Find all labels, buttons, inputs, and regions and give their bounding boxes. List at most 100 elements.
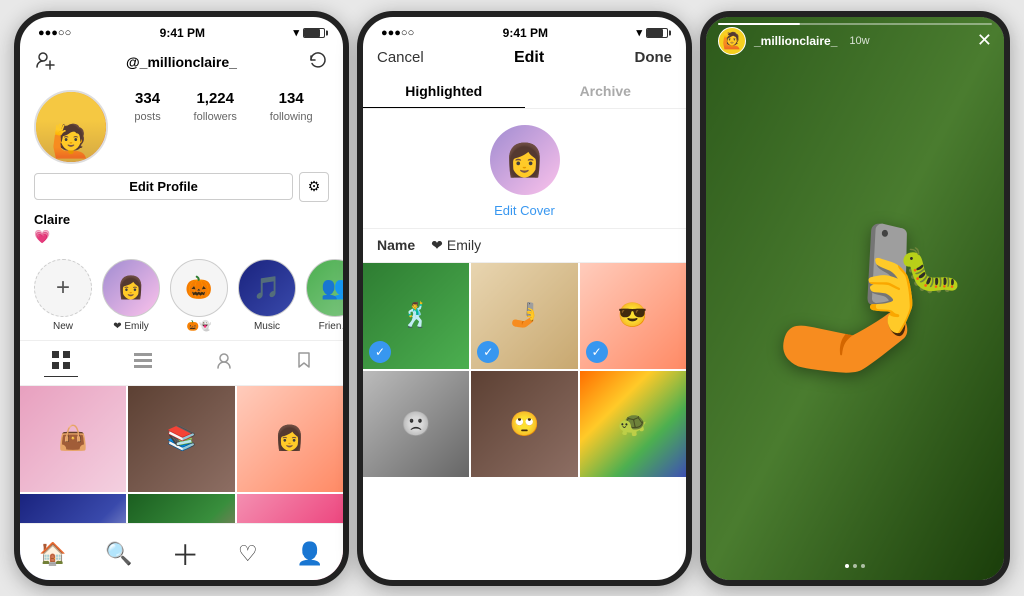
edit-profile-button[interactable]: Edit Profile: [34, 173, 293, 200]
stats-section: 334 posts 1,224 followers 134 following: [108, 90, 329, 125]
photo-item[interactable]: 👜: [20, 386, 126, 492]
edit-tabs: Highlighted Archive: [363, 75, 686, 109]
story-halloween-label: 🎃👻: [170, 321, 228, 332]
cover-avatar[interactable]: 👩: [490, 125, 560, 195]
highlight-photo-4[interactable]: 🙁: [363, 371, 469, 477]
story-time: 10w: [849, 35, 869, 47]
check-icon-3: ✓: [586, 341, 608, 363]
done-button[interactable]: Done: [634, 49, 672, 66]
posts-stat: 334 posts: [134, 90, 160, 125]
highlight-photo-grid: 🕺 ✓ 🤳 ✓ 😎 ✓ 🙁 🙄 🐢: [363, 263, 686, 478]
profile-nav: @_millionclaire_: [20, 45, 343, 84]
highlight-photo-5[interactable]: 🙄: [471, 371, 577, 477]
highlight-photo-6[interactable]: 🐢: [580, 371, 686, 477]
new-story-circle[interactable]: +: [34, 259, 92, 317]
phone-edit-highlight: ●●●○○ 9:41 PM ▾ Cancel Edit Done Highlig…: [357, 11, 692, 586]
story-view: 🤳 🐛 🙋 _millionclaire_ 10w ✕: [706, 17, 1004, 580]
story-emily-label: ❤ Emily: [102, 321, 160, 332]
cover-image: 👩: [505, 141, 545, 179]
profile-bio-emoji: 💗: [20, 227, 343, 251]
grid-view-tab[interactable]: [44, 349, 78, 377]
time-2: 9:41 PM: [503, 26, 548, 40]
story-music-label: Music: [238, 321, 296, 332]
time-1: 9:41 PM: [160, 26, 205, 40]
story-username: _millionclaire_: [754, 34, 837, 48]
story-close-button[interactable]: ✕: [977, 30, 992, 51]
username-header: @_millionclaire_: [126, 54, 237, 70]
halloween-story-icon: 🎃: [185, 275, 212, 301]
home-nav-button[interactable]: 🏠: [39, 541, 66, 567]
avatar-stats-section: 🙋 334 posts 1,224 followers 134 followin…: [20, 84, 343, 164]
phone-profile: ●●●○○ 9:41 PM ▾ @_millionclaire_ 🙋: [14, 11, 349, 586]
wifi-icon: ▾: [293, 26, 299, 39]
story-friends[interactable]: 👥 Frien…: [306, 259, 343, 332]
saved-tab[interactable]: [289, 349, 319, 376]
story-new-label: New: [34, 321, 92, 332]
photo-item[interactable]: 👩: [237, 386, 343, 492]
post-nav-button[interactable]: ＋: [171, 534, 199, 574]
halloween-story-circle[interactable]: 🎃: [170, 259, 228, 317]
edit-nav: Cancel Edit Done: [363, 45, 686, 75]
phone-story: 🤳 🐛 🙋 _millionclaire_ 10w ✕: [700, 11, 1010, 586]
story-dot-3: [861, 564, 865, 568]
highlight-photo-3[interactable]: 😎 ✓: [580, 263, 686, 369]
check-icon-1: ✓: [369, 341, 391, 363]
search-nav-button[interactable]: 🔍: [105, 541, 132, 567]
highlighted-tab[interactable]: Highlighted: [363, 75, 525, 108]
cancel-button[interactable]: Cancel: [377, 49, 424, 66]
name-text[interactable]: Emily: [447, 237, 481, 253]
following-stat: 134 following: [270, 90, 313, 125]
signal-dots-2: ●●●○○: [381, 27, 414, 39]
friends-story-icon: 👥: [321, 275, 343, 301]
emily-story-circle[interactable]: 👩: [102, 259, 160, 317]
stories-row: + New 👩 ❤ Emily 🎃 🎃👻 🎵 Music 👥: [20, 251, 343, 340]
story-dot-1: [845, 564, 849, 568]
story-friends-label: Frien…: [306, 321, 343, 332]
story-halloween[interactable]: 🎃 🎃👻: [170, 259, 228, 332]
list-view-tab[interactable]: [126, 349, 160, 376]
story-content: 🤳: [706, 17, 1004, 580]
story-emily[interactable]: 👩 ❤ Emily: [102, 259, 160, 332]
history-icon[interactable]: [307, 49, 329, 76]
profile-name: Claire: [20, 206, 343, 227]
battery-area-1: ▾: [293, 26, 325, 39]
emily-story-icon: 👩: [117, 275, 144, 301]
wifi-icon-2: ▾: [636, 26, 642, 39]
story-dots: [706, 564, 1004, 568]
story-user-avatar: 🙋: [718, 27, 746, 55]
story-dot-2: [853, 564, 857, 568]
battery-area-2: ▾: [636, 26, 668, 39]
check-icon-2: ✓: [477, 341, 499, 363]
settings-button[interactable]: ⚙: [299, 172, 329, 202]
highlight-photo-2[interactable]: 🤳 ✓: [471, 263, 577, 369]
likes-nav-button[interactable]: ♡: [238, 541, 258, 567]
cover-section: 👩 Edit Cover: [363, 109, 686, 228]
followers-stat: 1,224 followers: [194, 90, 237, 125]
name-row: Name ❤ Emily: [363, 228, 686, 263]
signal-dots: ●●●○○: [38, 27, 71, 39]
archive-tab[interactable]: Archive: [525, 75, 687, 108]
plus-icon: +: [56, 274, 70, 302]
tagged-tab[interactable]: [207, 349, 241, 376]
photo-item[interactable]: 📚: [128, 386, 234, 492]
battery-icon-2: [646, 28, 668, 38]
status-bar-2: ●●●○○ 9:41 PM ▾: [363, 17, 686, 45]
friends-story-circle[interactable]: 👥: [306, 259, 343, 317]
add-profile-icon[interactable]: [34, 49, 56, 76]
highlight-photo-1[interactable]: 🕺 ✓: [363, 263, 469, 369]
name-heart-emoji: ❤: [431, 237, 443, 254]
music-story-icon: 🎵: [253, 275, 280, 301]
music-story-circle[interactable]: 🎵: [238, 259, 296, 317]
profile-nav-button[interactable]: 👤: [296, 541, 323, 567]
story-music[interactable]: 🎵 Music: [238, 259, 296, 332]
edit-profile-section: Edit Profile ⚙: [20, 164, 343, 206]
story-header: 🙋 _millionclaire_ 10w ✕: [706, 17, 1004, 61]
name-value-section: ❤ Emily: [431, 237, 481, 254]
story-avatar-image: 🙋: [722, 31, 742, 51]
story-new[interactable]: + New: [34, 259, 92, 332]
avatar[interactable]: 🙋: [34, 90, 108, 164]
gear-icon: ⚙: [308, 178, 321, 195]
edit-cover-button[interactable]: Edit Cover: [494, 203, 555, 218]
edit-title: Edit: [514, 49, 544, 67]
name-label: Name: [377, 237, 415, 253]
